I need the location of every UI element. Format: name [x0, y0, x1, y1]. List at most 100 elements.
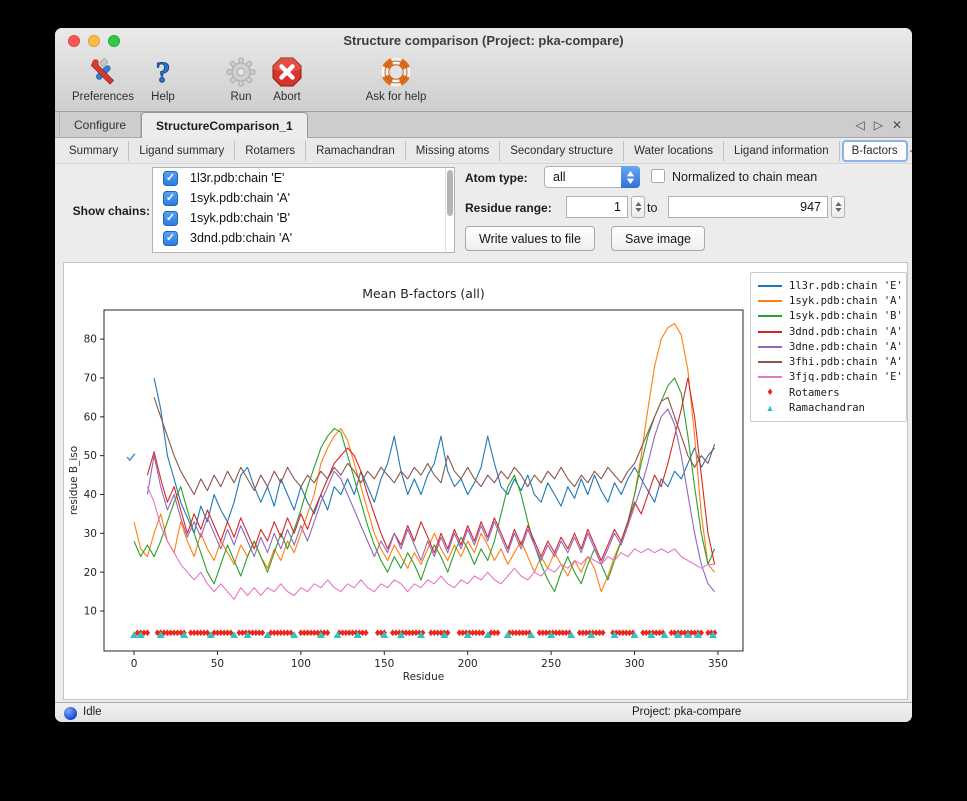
atom-type-label: Atom type:	[465, 171, 528, 185]
atom-type-select[interactable]: all	[544, 166, 640, 188]
chain-label: 1syk.pdb:chain 'B'	[190, 211, 290, 225]
bfactor-plot-panel: 0501001502002503003501020304050607080Mea…	[63, 262, 908, 700]
legend-line-swatch	[758, 376, 782, 378]
save-image-button[interactable]: Save image	[611, 226, 705, 251]
svg-text:20: 20	[84, 567, 97, 579]
chain-list[interactable]: ✓ 1l3r.pdb:chain 'E' ✓ 1syk.pdb:chain 'A…	[152, 167, 455, 253]
normalized-checkbox[interactable]	[651, 169, 665, 183]
checkbox-checked-icon[interactable]: ✓	[163, 231, 178, 246]
next-tab-icon[interactable]: ▷	[874, 118, 883, 132]
residue-to-stepper[interactable]	[831, 196, 845, 218]
chain-list-item[interactable]: ✓ 1syk.pdb:chain 'B'	[153, 208, 454, 228]
svg-text:300: 300	[625, 658, 645, 670]
section-tab-nav: ◁ ▷	[910, 144, 912, 157]
tab-water-locations[interactable]: Water locations	[624, 141, 724, 161]
document-tab-bar: Configure StructureComparison_1 ◁ ▷ ✕	[55, 112, 912, 138]
tab-configure[interactable]: Configure	[59, 112, 141, 137]
prev-section-tab-icon[interactable]: ◁	[910, 144, 912, 157]
tab-structure-comparison-1[interactable]: StructureComparison_1	[141, 112, 308, 138]
prev-tab-icon[interactable]: ◁	[855, 118, 864, 132]
legend-label: 3fjq.pdb:chain 'E'	[789, 371, 903, 383]
toolbar: Preferences ? Help	[65, 54, 439, 110]
tab-ligand-information[interactable]: Ligand information	[724, 141, 840, 161]
status-text: Idle	[83, 706, 102, 718]
residue-from-stepper[interactable]	[631, 196, 645, 218]
chain-list-item[interactable]: ✓ 1syk.pdb:chain 'A'	[153, 188, 454, 208]
svg-text:30: 30	[84, 528, 97, 540]
tab-b-factors[interactable]: B-factors	[842, 140, 908, 162]
tab-summary[interactable]: Summary	[59, 141, 129, 161]
close-tab-icon[interactable]: ✕	[892, 118, 902, 132]
legend-line-swatch	[758, 346, 782, 348]
residue-from-input[interactable]: 1	[566, 196, 628, 218]
diamond-marker-icon: ♦	[758, 387, 782, 398]
legend-line-swatch	[758, 300, 782, 302]
write-values-button[interactable]: Write values to file	[465, 226, 595, 251]
residue-range-label: Residue range:	[465, 201, 552, 215]
lifebuoy-icon	[380, 54, 412, 90]
svg-text:40: 40	[84, 489, 97, 501]
ask-for-help-button[interactable]: Ask for help	[353, 54, 439, 103]
checkbox-checked-icon[interactable]: ✓	[163, 191, 178, 206]
question-icon: ?	[148, 54, 178, 90]
svg-text:0: 0	[131, 658, 138, 670]
toolbar-label: Preferences	[72, 91, 134, 103]
chain-list-item[interactable]: ✓ 3dnd.pdb:chain 'A'	[153, 228, 454, 248]
svg-text:50: 50	[211, 658, 224, 670]
tab-missing-atoms[interactable]: Missing atoms	[406, 141, 501, 161]
chain-list-item[interactable]: ✓ 1l3r.pdb:chain 'E'	[153, 168, 454, 188]
normalized-label: Normalized to chain mean	[672, 170, 817, 184]
legend-line-swatch	[758, 361, 782, 363]
svg-text:60: 60	[84, 411, 97, 423]
bfactor-controls: Show chains: ✓ 1l3r.pdb:chain 'E' ✓ 1syk…	[55, 164, 912, 262]
chain-list-scrollbar[interactable]	[445, 168, 454, 252]
checkbox-checked-icon[interactable]: ✓	[163, 171, 178, 186]
tab-ligand-summary[interactable]: Ligand summary	[129, 141, 235, 161]
status-indicator-icon	[64, 707, 77, 720]
run-button[interactable]: Run	[219, 54, 263, 103]
legend-label: 3dnd.pdb:chain 'A'	[789, 326, 903, 338]
legend-label: 1syk.pdb:chain 'A'	[789, 295, 903, 307]
legend-label: 1l3r.pdb:chain 'E'	[789, 280, 903, 292]
tab-ramachandran[interactable]: Ramachandran	[306, 141, 406, 161]
toolbar-label: Help	[151, 91, 175, 103]
app-window: Structure comparison (Project: pka-compa…	[55, 28, 912, 722]
toolbar-label: Run	[230, 91, 251, 103]
svg-text:250: 250	[541, 658, 561, 670]
project-label: Project: pka-compare	[632, 706, 741, 718]
tab-nav-controls: ◁ ▷ ✕	[855, 112, 912, 137]
chain-label: 1syk.pdb:chain 'A'	[190, 191, 290, 205]
show-chains-label: Show chains:	[58, 204, 150, 218]
tools-icon	[87, 54, 119, 90]
tab-secondary-structure[interactable]: Secondary structure	[500, 141, 624, 161]
help-button[interactable]: ? Help	[141, 54, 185, 103]
svg-text:150: 150	[374, 658, 394, 670]
to-label: to	[647, 201, 657, 215]
chain-label: 1l3r.pdb:chain 'E'	[190, 171, 284, 185]
svg-text:10: 10	[84, 606, 97, 618]
dropdown-arrows-icon	[621, 166, 640, 188]
preferences-button[interactable]: Preferences	[65, 54, 141, 103]
checkbox-checked-icon[interactable]: ✓	[163, 211, 178, 226]
legend-label: Rotamers	[789, 387, 840, 399]
chain-label: 3dnd.pdb:chain 'A'	[190, 231, 292, 245]
screen: Structure comparison (Project: pka-compa…	[0, 0, 967, 801]
residue-to-input[interactable]: 947	[668, 196, 828, 218]
svg-text:200: 200	[458, 658, 478, 670]
legend-line-swatch	[758, 285, 782, 287]
gear-icon	[226, 54, 256, 90]
legend-label: 1syk.pdb:chain 'B'	[789, 310, 903, 322]
atom-type-value: all	[553, 170, 566, 184]
svg-text:350: 350	[708, 658, 728, 670]
tab-rotamers[interactable]: Rotamers	[235, 141, 306, 161]
svg-text:Residue: Residue	[403, 671, 444, 683]
scrollbar-thumb[interactable]	[447, 170, 453, 216]
legend-label: 3fhi.pdb:chain 'A'	[789, 356, 903, 368]
window-chrome: Structure comparison (Project: pka-compa…	[55, 28, 912, 112]
svg-text:80: 80	[84, 334, 97, 346]
svg-text:residue B_iso: residue B_iso	[68, 446, 80, 515]
abort-button[interactable]: Abort	[263, 54, 311, 103]
svg-text:Mean B-factors (all): Mean B-factors (all)	[362, 286, 485, 301]
svg-text:70: 70	[84, 373, 97, 385]
svg-text:?: ?	[156, 56, 171, 88]
